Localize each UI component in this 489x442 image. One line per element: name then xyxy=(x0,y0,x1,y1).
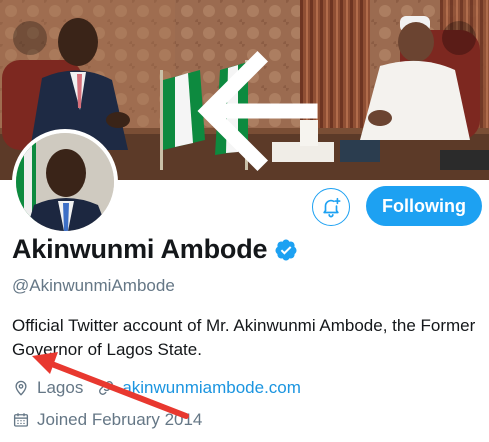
location-pin-icon xyxy=(15,380,27,396)
following-button[interactable]: Following xyxy=(366,186,482,226)
notifications-button[interactable] xyxy=(312,188,350,226)
profile-bio: Official Twitter account of Mr. Akinwunm… xyxy=(12,316,476,359)
profile-handle: @AkinwunmiAmbode xyxy=(12,276,175,295)
profile-name-row: Akinwunmi Ambode xyxy=(12,234,298,265)
profile-website-link[interactable]: akinwunmiambode.com xyxy=(122,378,301,398)
verified-badge-icon xyxy=(275,239,297,260)
profile-joined-row: Joined February 2014 xyxy=(12,410,202,430)
profile-page: Following Akinwunmi Ambode @AkinwunmiAmb… xyxy=(0,0,489,442)
profile-avatar[interactable] xyxy=(12,129,118,235)
calendar-icon xyxy=(13,413,29,427)
profile-joined-date: Joined February 2014 xyxy=(37,410,203,429)
bell-plus-icon xyxy=(323,197,341,218)
back-button[interactable] xyxy=(13,21,318,171)
profile-name: Akinwunmi Ambode xyxy=(12,234,268,264)
profile-meta-row: Lagos akinwunmiambode.com xyxy=(12,378,301,398)
more-options-button[interactable] xyxy=(442,21,476,55)
link-icon xyxy=(99,381,114,395)
more-vertical-icon xyxy=(442,21,489,180)
following-button-label: Following xyxy=(382,195,466,216)
profile-location: Lagos xyxy=(37,378,84,397)
